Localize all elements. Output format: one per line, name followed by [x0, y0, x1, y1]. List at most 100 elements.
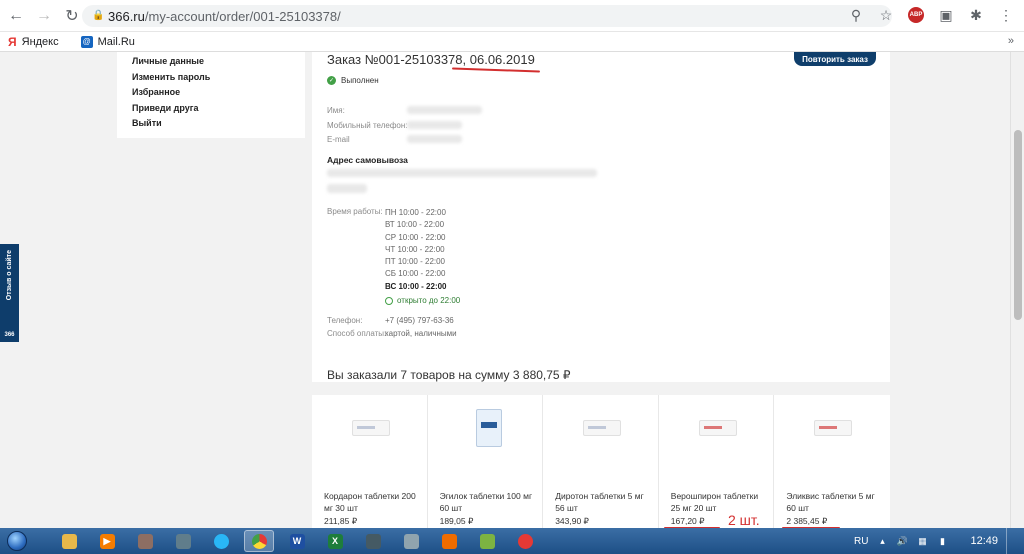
site-logo: 366: [4, 332, 15, 338]
store-phone-value: +7 (495) 797-63-36: [385, 316, 454, 325]
product-price: 189,05 ₽: [439, 516, 474, 526]
payment-value: картой, наличными: [385, 329, 457, 338]
app-icon: [175, 533, 191, 549]
language-indicator[interactable]: RU: [854, 536, 868, 547]
product-image[interactable]: [475, 409, 502, 447]
taskbar-app[interactable]: [396, 530, 426, 552]
sidebar-item-personal-data[interactable]: Личные данные: [132, 54, 210, 70]
product-name[interactable]: Диротон таблетки 5 мг 56 шт: [555, 490, 650, 514]
sidebar-item-change-password[interactable]: Изменить пароль: [132, 70, 210, 86]
taskbar-app[interactable]: [206, 530, 236, 552]
tray-arrow-icon[interactable]: ▴: [876, 535, 888, 547]
network-icon[interactable]: ▦: [916, 535, 928, 547]
app-icon: [137, 533, 153, 549]
star-icon[interactable]: ☆: [876, 4, 896, 26]
app-icon: [365, 533, 381, 549]
product-card[interactable]: Верошпирон таблетки 25 мг 20 шт 167,20 ₽: [659, 395, 775, 528]
url-host: 366.ru: [108, 8, 145, 24]
taskbar-word[interactable]: W: [282, 530, 312, 552]
taskbar-clock[interactable]: 12:49: [970, 535, 998, 547]
excel-icon: X: [327, 533, 343, 549]
product-name[interactable]: Эликвис таблетки 5 мг 60 шт: [786, 490, 881, 514]
product-card[interactable]: Диротон таблетки 5 мг 56 шт 343,90 ₽: [543, 395, 659, 528]
taskbar-media[interactable]: ▶: [92, 530, 122, 552]
product-image[interactable]: [352, 420, 390, 436]
menu-dots-icon[interactable]: ⋮: [996, 4, 1016, 26]
puzzle-icon[interactable]: ✱: [966, 4, 986, 26]
page-scrollbar[interactable]: [1010, 52, 1024, 528]
product-name[interactable]: Кордарон таблетки 200 мг 30 шт: [324, 490, 419, 514]
phone-label: Мобильный телефон:: [327, 121, 408, 130]
status-badge: ✓ Выполнен: [327, 76, 379, 85]
quantity-annotation: 2 шт.: [728, 512, 760, 528]
bookmark-yandex[interactable]: Я Яндекс: [8, 35, 59, 49]
document-icon: [403, 533, 419, 549]
taskbar-explorer[interactable]: [54, 530, 84, 552]
cube-extension-icon[interactable]: ▣: [936, 4, 956, 26]
start-button[interactable]: [0, 528, 34, 554]
sidebar-item-invite-friend[interactable]: Приведи друга: [132, 101, 210, 117]
product-name[interactable]: Верошпирон таблетки 25 мг 20 шт: [671, 490, 766, 514]
pickup-address-title: Адрес самовывоза: [327, 155, 408, 165]
repeat-order-button[interactable]: Повторить заказ: [794, 52, 876, 66]
bookmarks-overflow-icon[interactable]: »: [1008, 35, 1014, 47]
forward-arrow-icon[interactable]: →: [32, 4, 56, 28]
taskbar-app[interactable]: [472, 530, 502, 552]
product-image[interactable]: [583, 420, 622, 436]
taskbar-app[interactable]: [434, 530, 464, 552]
product-price: 343,90 ₽: [555, 516, 589, 526]
taskbar-opera[interactable]: [510, 530, 540, 552]
product-card[interactable]: Эликвис таблетки 5 мг 60 шт 2 385,45 ₽: [774, 395, 890, 528]
product-price: 211,85 ₽: [324, 516, 358, 526]
product-image[interactable]: [814, 420, 853, 436]
sidebar-item-favorites[interactable]: Избранное: [132, 85, 210, 101]
product-card[interactable]: Эгилок таблетки 100 мг 60 шт 189,05 ₽: [428, 395, 544, 528]
taskbar-excel[interactable]: X: [320, 530, 350, 552]
product-price: 167,20 ₽: [670, 516, 705, 526]
volume-icon[interactable]: 🔊: [896, 535, 908, 547]
product-name[interactable]: Эгилок таблетки 100 мг 60 шт: [440, 490, 535, 514]
globe-icon: [213, 533, 229, 549]
product-card[interactable]: Кордарон таблетки 200 мг 30 шт 211,85 ₽: [312, 395, 428, 528]
mailru-icon: @: [80, 35, 93, 48]
order-date: 06.06.2019: [469, 52, 535, 67]
zoom-icon[interactable]: ⚲: [846, 4, 866, 26]
chrome-icon: [251, 533, 267, 549]
media-player-icon: ▶: [99, 533, 115, 549]
app-icon: [441, 533, 457, 549]
product-price: 2 385,45 ₽: [786, 516, 828, 526]
taskbar-app[interactable]: [358, 530, 388, 552]
url-path: /my-account/order/001-25103378/: [144, 8, 341, 24]
show-desktop-button[interactable]: [1006, 528, 1014, 554]
email-value-redacted: [407, 135, 462, 143]
sidebar-item-logout[interactable]: Выйти: [132, 116, 210, 132]
bookmark-mailru[interactable]: @ Mail.Ru: [80, 35, 135, 48]
address-bar[interactable]: 🔒 366.ru/my-account/order/001-25103378/: [82, 5, 892, 27]
feedback-tab[interactable]: Отзыв о сайте 366: [0, 244, 19, 342]
phone-value-redacted: [407, 121, 462, 129]
check-icon: ✓: [327, 76, 336, 85]
battery-icon[interactable]: ▮: [936, 535, 948, 547]
page-viewport: Личные данные Изменить пароль Избранное …: [0, 52, 1024, 528]
adblock-icon[interactable]: ABP: [906, 4, 926, 26]
word-icon: W: [289, 533, 305, 549]
store-phone-label: Телефон:: [327, 316, 363, 325]
taskbar-app[interactable]: [168, 530, 198, 552]
name-value-redacted: [407, 106, 482, 114]
back-arrow-icon[interactable]: ←: [4, 4, 28, 28]
scroll-thumb[interactable]: [1014, 130, 1022, 320]
taskbar-app[interactable]: [130, 530, 160, 552]
system-tray: RU ▴ 🔊 ▦ ▮ 12:49: [854, 528, 1024, 554]
reload-icon[interactable]: ↻: [60, 4, 84, 28]
yandex-icon: Я: [8, 34, 17, 49]
taskbar-chrome[interactable]: [244, 530, 274, 552]
browser-toolbar: ← → ↻ 🔒 366.ru/my-account/order/001-2510…: [0, 0, 1024, 32]
opera-icon: [517, 533, 533, 549]
payment-label: Способ оплаты:: [327, 329, 387, 338]
windows-taskbar: ▶ W X RU ▴ 🔊 ▦ ▮ 12:49: [0, 528, 1024, 554]
lock-icon: 🔒: [92, 10, 105, 21]
app-icon: [479, 533, 495, 549]
clock-icon: [385, 296, 393, 305]
product-image[interactable]: [698, 420, 737, 436]
email-label: E-mail: [327, 135, 350, 144]
